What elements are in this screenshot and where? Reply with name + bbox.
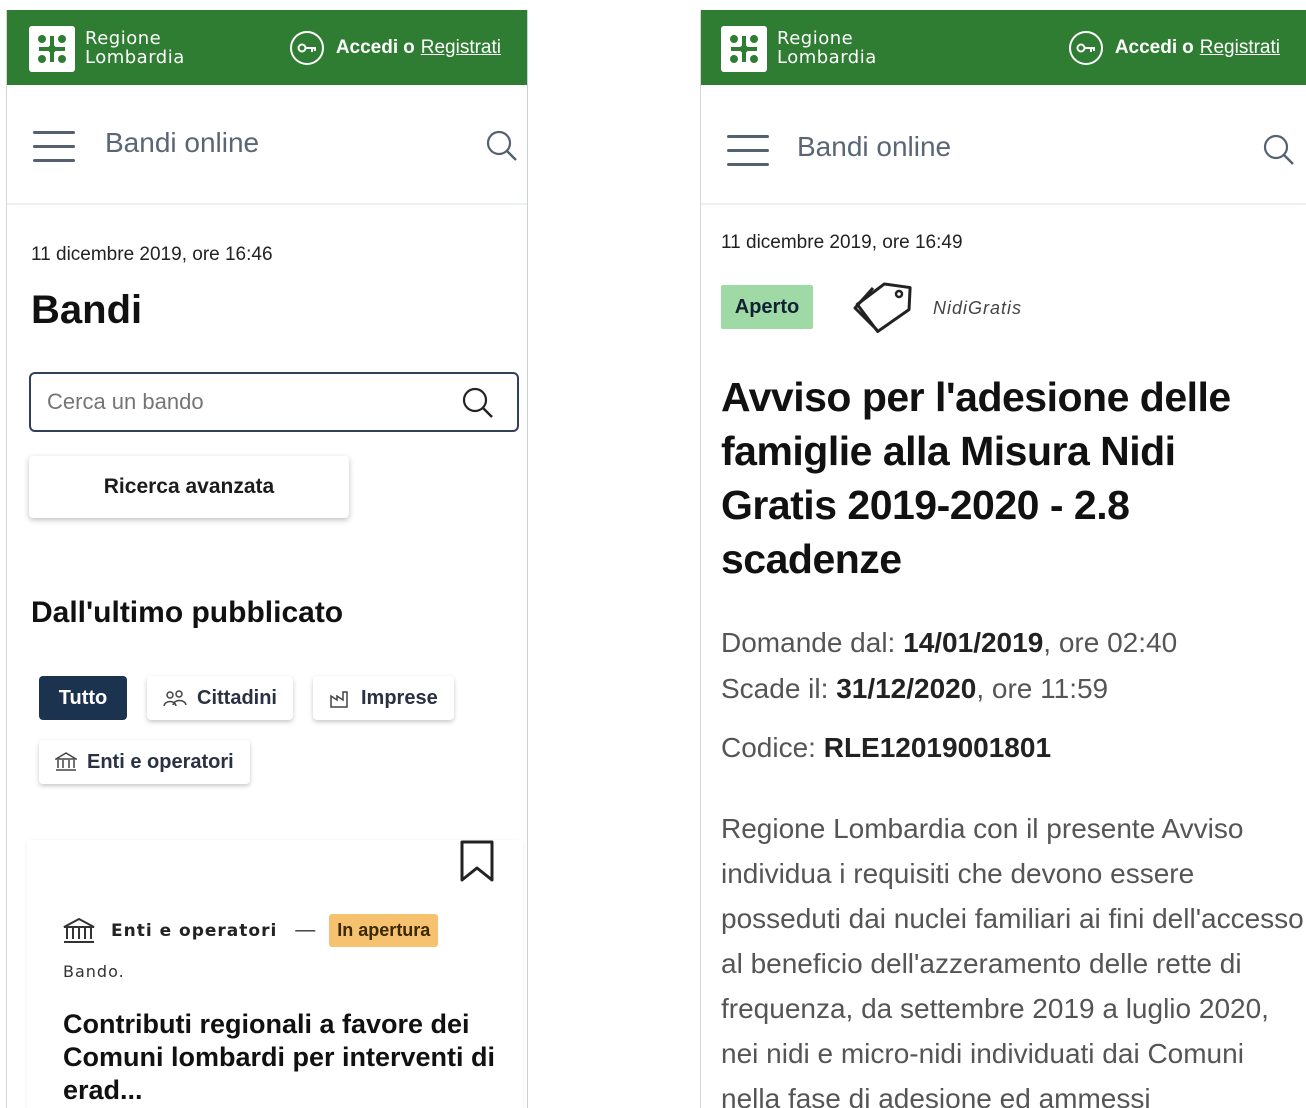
login-or: o <box>403 37 415 58</box>
filter-label: Cittadini <box>197 686 277 709</box>
left-screen: Regione Lombardia Accedi o Registrati Ba… <box>6 10 528 1108</box>
factory-icon <box>330 691 348 708</box>
current-date: 11 dicembre 2019, ore 16:46 <box>31 244 273 265</box>
top-bar: Regione Lombardia Accedi o Registrati <box>701 10 1306 85</box>
card-meta: Enti e operatori — In apertura <box>63 914 439 947</box>
right-screen: Regione Lombardia Accedi o Registrati Ba… <box>700 10 1306 1108</box>
filter-label: Tutto <box>58 686 108 709</box>
menu-icon[interactable] <box>33 131 77 163</box>
tag-label[interactable]: NidiGratis <box>933 298 1022 319</box>
apply-from-row: Domande dal: 14/01/2019, ore 02:40 <box>721 620 1177 666</box>
apply-from-date: 14/01/2019 <box>903 627 1044 658</box>
menu-icon[interactable] <box>727 135 771 167</box>
filter-citizens[interactable]: Cittadini <box>147 676 293 720</box>
expires-label: Scade il: <box>721 673 829 704</box>
notice-description: Regione Lombardia con il presente Avviso… <box>721 813 1304 1108</box>
section-title: Dall'ultimo pubblicato <box>31 596 344 629</box>
code-label: Codice: <box>721 732 816 763</box>
top-bar: Regione Lombardia Accedi o Registrati <box>7 10 527 85</box>
people-icon <box>163 690 187 707</box>
search-icon[interactable] <box>485 129 519 163</box>
brand-line1: Regione <box>777 28 854 49</box>
expires-time: , ore 11:59 <box>976 673 1109 704</box>
rosa-camuna-icon <box>38 35 66 63</box>
brand-line2: Lombardia <box>777 47 877 68</box>
brand-name: Regione Lombardia <box>85 29 185 67</box>
brand-line1: Regione <box>85 28 162 49</box>
card-category: Enti e operatori <box>111 920 278 941</box>
expires-row: Scade il: 31/12/2020, ore 11:59 <box>721 666 1177 712</box>
filter-companies[interactable]: Imprese <box>313 676 454 720</box>
code-row: Codice: RLE12019001801 <box>721 732 1051 764</box>
filter-all[interactable]: Tutto <box>39 676 127 720</box>
regione-lombardia-logo[interactable] <box>29 26 75 72</box>
institution-icon <box>63 917 95 943</box>
brand-name: Regione Lombardia <box>777 29 877 67</box>
nav-bar: Bandi online <box>7 85 527 205</box>
status-badge: In apertura <box>329 914 439 947</box>
expires-date: 31/12/2020 <box>836 673 977 704</box>
card-title[interactable]: Contributi regionali a favore dei Comuni… <box>63 1008 503 1107</box>
code-value: RLE12019001801 <box>823 732 1052 763</box>
apply-from-time: , ore 02:40 <box>1043 627 1178 658</box>
apply-from-label: Domande dal: <box>721 627 896 658</box>
key-icon[interactable] <box>289 31 324 65</box>
search-icon[interactable] <box>1262 133 1296 167</box>
filter-label: Enti e operatori <box>87 750 234 773</box>
register-link[interactable]: Registrati <box>421 37 501 59</box>
search-input[interactable] <box>47 386 447 418</box>
bando-card[interactable]: Enti e operatori — In apertura Bando. Co… <box>27 840 523 1108</box>
page-title: Bandi <box>31 288 143 332</box>
bookmark-icon[interactable] <box>459 840 495 882</box>
card-type: Bando. <box>63 962 125 981</box>
regione-lombardia-logo[interactable] <box>721 26 767 72</box>
nav-bar: Bandi online <box>701 85 1306 205</box>
site-title[interactable]: Bandi online <box>105 127 259 159</box>
filter-label: Imprese <box>361 686 438 709</box>
site-title[interactable]: Bandi online <box>797 131 951 163</box>
notice-title: Avviso per l'adesione delle famiglie all… <box>721 374 1231 582</box>
institution-icon <box>55 752 77 771</box>
tag-icon <box>853 282 912 333</box>
search-icon[interactable] <box>461 386 495 420</box>
filter-institutions[interactable]: Enti e operatori <box>39 740 250 784</box>
login-link[interactable]: Accedi <box>1115 37 1177 59</box>
current-date: 11 dicembre 2019, ore 16:49 <box>721 232 963 253</box>
register-link[interactable]: Registrati <box>1200 37 1280 59</box>
login-or: o <box>1182 37 1194 58</box>
key-icon[interactable] <box>1068 31 1103 65</box>
brand-line2: Lombardia <box>85 47 185 68</box>
rosa-camuna-icon <box>730 35 758 63</box>
login-area: Accedi o Registrati <box>1068 31 1280 65</box>
login-link[interactable]: Accedi <box>336 37 398 59</box>
card-separator: — <box>295 919 316 941</box>
login-area: Accedi o Registrati <box>289 31 501 65</box>
advanced-search-button[interactable]: Ricerca avanzata <box>29 456 349 518</box>
deadline-info: Domande dal: 14/01/2019, ore 02:40 Scade… <box>721 620 1177 712</box>
status-badge: Aperto <box>721 285 813 329</box>
search-field[interactable] <box>29 372 519 432</box>
